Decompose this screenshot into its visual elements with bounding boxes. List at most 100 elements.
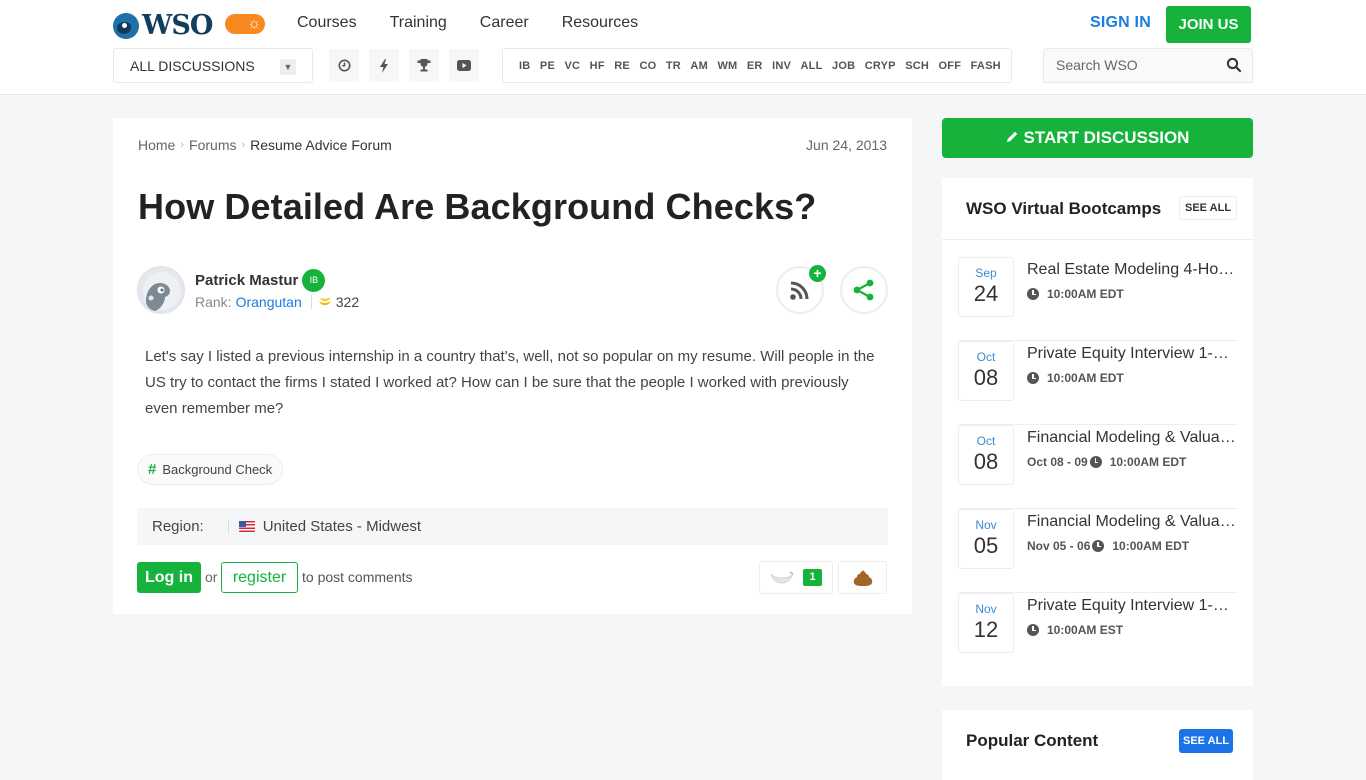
video-button[interactable] bbox=[449, 49, 479, 82]
category-inv[interactable]: INV bbox=[772, 60, 791, 72]
share-button[interactable] bbox=[840, 266, 888, 314]
bootcamps-widget: WSO Virtual Bootcamps SEE ALL Sep 24 Rea… bbox=[942, 178, 1253, 686]
bootcamps-title: WSO Virtual Bootcamps bbox=[966, 199, 1162, 218]
event-time: 10:00AM EDT bbox=[1109, 455, 1187, 469]
event-title[interactable]: Financial Modeling & Valuation 2-Day Boo… bbox=[1027, 429, 1239, 447]
recent-button[interactable] bbox=[329, 49, 359, 82]
category-ib[interactable]: IB bbox=[519, 60, 530, 72]
event-meta: Oct 08 - 09 10:00AM EDT bbox=[1027, 455, 1186, 469]
category-cryp[interactable]: CRYP bbox=[865, 60, 896, 72]
popular-content-title: Popular Content bbox=[966, 731, 1099, 750]
divider bbox=[227, 519, 229, 534]
event-meta: 10:00AM EDT bbox=[1027, 287, 1124, 301]
join-us-button[interactable]: JOIN US bbox=[1166, 6, 1251, 43]
category-vc[interactable]: VC bbox=[564, 60, 580, 72]
theme-toggle[interactable]: ☼ bbox=[225, 14, 265, 34]
event-title[interactable]: Real Estate Modeling 4-Hour Bootcamp bbox=[1027, 261, 1239, 279]
event-date-box: Oct 08 bbox=[958, 425, 1014, 485]
monkey-logo-icon bbox=[113, 12, 139, 39]
category-off[interactable]: OFF bbox=[939, 60, 962, 72]
clock-icon bbox=[1027, 624, 1039, 636]
youtube-icon bbox=[457, 60, 471, 71]
banana-count: 322 bbox=[335, 294, 360, 310]
bootcamps-see-all-button[interactable]: SEE ALL bbox=[1179, 196, 1238, 220]
category-all[interactable]: ALL bbox=[801, 60, 823, 72]
event-month: Oct bbox=[976, 350, 996, 364]
category-am[interactable]: AM bbox=[690, 60, 708, 72]
rank-link[interactable]: Orangutan bbox=[236, 294, 302, 310]
sign-in-link[interactable]: SIGN IN bbox=[1090, 14, 1151, 32]
clock-icon bbox=[1027, 372, 1039, 384]
popular-content-widget: Popular Content SEE ALL bbox=[942, 710, 1253, 780]
or-text: or bbox=[205, 569, 218, 585]
event-meta: 10:00AM EDT bbox=[1027, 371, 1124, 385]
event-day: 08 bbox=[973, 449, 999, 474]
category-er[interactable]: ER bbox=[747, 60, 763, 72]
top-button[interactable] bbox=[409, 49, 439, 82]
chevron-down-icon: ▼ bbox=[280, 59, 296, 75]
rank-label: Rank: bbox=[195, 294, 232, 310]
event-time: 10:00AM EDT bbox=[1047, 371, 1124, 385]
category-co[interactable]: CO bbox=[639, 60, 656, 72]
event-title[interactable]: Private Equity Interview 1-Day Bootcamp bbox=[1027, 345, 1239, 363]
share-icon bbox=[853, 279, 874, 301]
event-date-range: Oct 08 - 09 bbox=[1027, 455, 1088, 469]
main-nav: Courses Training Career Resources bbox=[297, 14, 671, 32]
nav-courses[interactable]: Courses bbox=[297, 14, 357, 32]
clock-icon bbox=[338, 59, 350, 72]
site-header: WSO ☼ Courses Training Career Resources … bbox=[0, 0, 1366, 95]
author-rank: Rank: Orangutan 322 bbox=[195, 294, 359, 310]
nav-career[interactable]: Career bbox=[480, 14, 529, 32]
pencil-icon bbox=[1006, 130, 1019, 147]
discussion-filter-select[interactable]: ALL DISCUSSIONS ▼ bbox=[113, 48, 313, 83]
bootcamp-event[interactable]: Oct 08 Private Equity Interview 1-Day Bo… bbox=[958, 341, 1239, 425]
region-value[interactable]: United States - Midwest bbox=[263, 518, 421, 535]
popular-see-all-button[interactable]: SEE ALL bbox=[1179, 729, 1234, 753]
clock-icon bbox=[1092, 540, 1105, 552]
category-fash[interactable]: FASH bbox=[971, 60, 1001, 72]
category-tr[interactable]: TR bbox=[666, 60, 681, 72]
event-time: 10:00AM EDT bbox=[1112, 539, 1190, 553]
register-button[interactable]: register bbox=[221, 562, 298, 593]
search-input[interactable] bbox=[1056, 57, 1216, 73]
breadcrumb-forums[interactable]: Forums bbox=[189, 137, 236, 153]
bootcamp-event[interactable]: Sep 24 Real Estate Modeling 4-Hour Bootc… bbox=[958, 257, 1239, 341]
post-card: Home › Forums › Resume Advice Forum Jun … bbox=[113, 118, 912, 614]
category-job[interactable]: JOB bbox=[832, 60, 855, 72]
search-icon[interactable] bbox=[1226, 57, 1242, 73]
category-re[interactable]: RE bbox=[614, 60, 630, 72]
tag-chip[interactable]: # Background Check bbox=[137, 454, 284, 485]
event-date-box: Sep 24 bbox=[958, 257, 1014, 317]
breadcrumb-resume-advice-forum[interactable]: Resume Advice Forum bbox=[250, 137, 392, 153]
author-name[interactable]: Patrick Mastur bbox=[195, 272, 298, 289]
login-button[interactable]: Log in bbox=[137, 562, 201, 593]
post-body: Let's say I listed a previous internship… bbox=[145, 348, 875, 417]
event-title[interactable]: Private Equity Interview 1-Day Bootcamp bbox=[1027, 597, 1239, 615]
breadcrumb-separator-icon: › bbox=[241, 139, 246, 151]
event-day: 08 bbox=[973, 365, 999, 390]
event-title[interactable]: Financial Modeling & Valuation 2-Day Boo… bbox=[1027, 513, 1239, 531]
start-discussion-button[interactable]: START DISCUSSION bbox=[942, 118, 1253, 158]
poop-vote-button[interactable] bbox=[838, 561, 887, 594]
banana-vote-button[interactable]: 1 bbox=[759, 561, 833, 594]
nav-resources[interactable]: Resources bbox=[562, 14, 638, 32]
discussion-filter-value: ALL DISCUSSIONS bbox=[130, 58, 255, 74]
follow-button[interactable]: + bbox=[776, 265, 826, 314]
bootcamp-event[interactable]: Nov 05 Financial Modeling & Valuation 2-… bbox=[958, 509, 1239, 593]
bolt-icon bbox=[380, 58, 388, 73]
logo-text: WSO bbox=[142, 10, 213, 41]
author-avatar[interactable] bbox=[137, 266, 185, 314]
nav-training[interactable]: Training bbox=[390, 14, 447, 32]
bootcamp-event[interactable]: Oct 08 Financial Modeling & Valuation 2-… bbox=[958, 425, 1239, 509]
plus-icon: + bbox=[809, 265, 826, 282]
category-wm[interactable]: WM bbox=[717, 60, 737, 72]
category-sch[interactable]: SCH bbox=[905, 60, 929, 72]
breadcrumb-home[interactable]: Home bbox=[138, 137, 175, 153]
category-hf[interactable]: HF bbox=[590, 60, 605, 72]
event-time: 10:00AM EST bbox=[1047, 623, 1124, 637]
wso-logo[interactable]: WSO bbox=[113, 10, 213, 41]
trending-button[interactable] bbox=[369, 49, 399, 82]
category-pe[interactable]: PE bbox=[540, 60, 555, 72]
region-bar: Region: United States - Midwest bbox=[137, 508, 888, 545]
bootcamp-event[interactable]: Nov 12 Private Equity Interview 1-Day Bo… bbox=[958, 593, 1239, 677]
